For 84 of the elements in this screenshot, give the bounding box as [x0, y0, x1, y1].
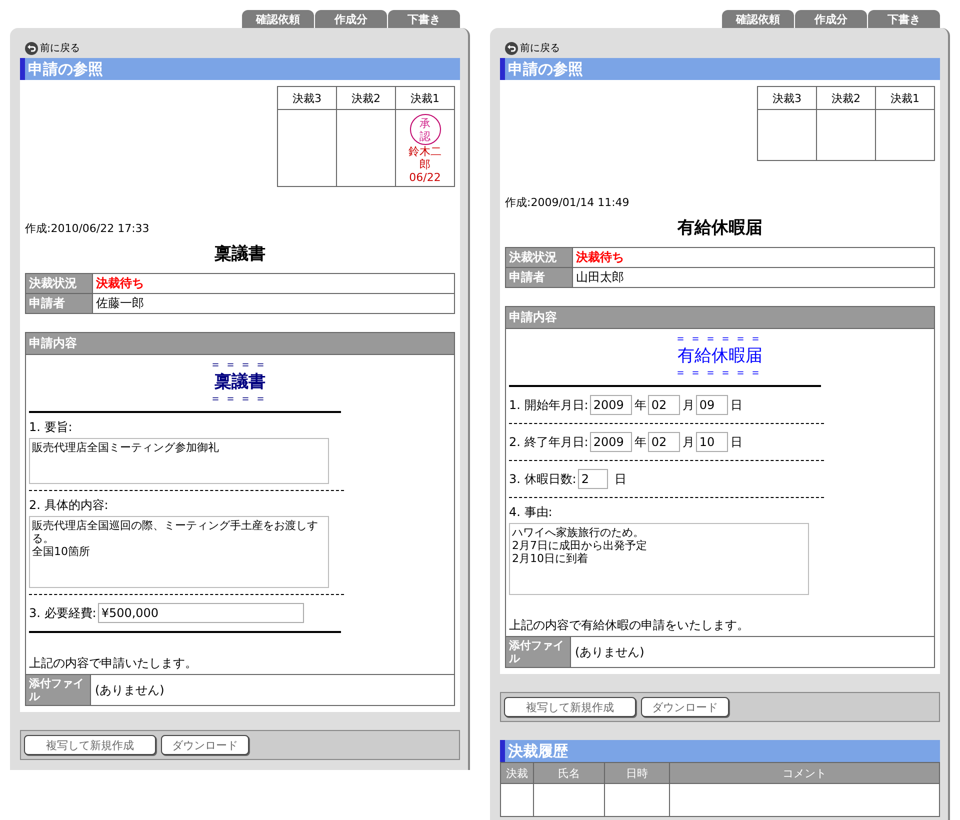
input-field[interactable]: 2009: [590, 432, 632, 452]
text-area[interactable]: 販売代理店全国巡回の際、ミーティング手土産をお渡しする。 全国10箇所: [29, 516, 329, 588]
created-date: 作成:2010/06/22 17:33: [24, 221, 150, 236]
section-header: 申請内容: [26, 333, 454, 355]
table-header-cell: コメント: [670, 762, 940, 784]
row-label: 決裁状況: [506, 248, 572, 268]
document-title: 稟議書: [214, 243, 266, 265]
back-link[interactable]: 前に戻る: [520, 41, 560, 55]
unit-label: 日: [730, 434, 742, 450]
field-label: 3. 必要経費:: [29, 604, 96, 622]
table-header-cell: 決裁1: [396, 86, 454, 110]
unit-label: 日: [730, 396, 742, 414]
row-value: (ありません): [574, 644, 646, 660]
tab[interactable]: 確認依頼: [242, 10, 314, 28]
back-icon: [25, 42, 38, 54]
approval-date: 06/22: [408, 171, 442, 184]
input-field[interactable]: 09: [696, 395, 728, 415]
unit-label: 年: [634, 396, 646, 414]
input-field[interactable]: 10: [696, 432, 728, 452]
action-button[interactable]: 複写して新規作成: [24, 735, 156, 755]
table-header-cell: 決裁2: [816, 86, 876, 110]
field-label: 1. 要旨:: [29, 419, 74, 436]
row-value: (ありません): [94, 682, 166, 698]
closing-text: 上記の内容で有給休暇の申請をいたします。: [509, 617, 750, 634]
closing-text: 上記の内容で申請いたします。: [29, 655, 198, 672]
text-area[interactable]: 販売代理店全国ミーティング参加御礼: [29, 438, 329, 484]
row-value: 佐藤一郎: [92, 294, 454, 314]
input-field[interactable]: 2009: [590, 395, 632, 415]
row-label: 申請者: [26, 294, 92, 314]
table-header-cell: 決裁1: [876, 86, 934, 110]
back-link[interactable]: 前に戻る: [40, 41, 80, 55]
field-label: 3. 休暇日数:: [509, 470, 576, 488]
table-header-cell: 決裁3: [278, 86, 336, 110]
table-header-cell: 決裁2: [336, 86, 396, 110]
input-field[interactable]: ¥500,000: [98, 603, 304, 623]
field-label: 1. 開始年月日:: [509, 396, 588, 414]
back-icon: [505, 42, 518, 54]
document-title: 有給休暇届: [676, 217, 764, 239]
tab[interactable]: 確認依頼: [722, 10, 794, 28]
approver-name: 鈴木二郎: [408, 145, 442, 171]
section-header: 申請内容: [506, 307, 934, 329]
row-value: 決裁待ち: [572, 248, 934, 268]
tab[interactable]: 作成分: [315, 10, 387, 28]
table-header-cell: 氏名: [534, 762, 604, 784]
title-rule: ＝＝＝＝＝＝: [674, 333, 766, 345]
approval-cell: [816, 110, 876, 160]
row-value: 山田太郎: [572, 268, 934, 288]
action-button[interactable]: 複写して新規作成: [504, 697, 636, 717]
action-button[interactable]: ダウンロード: [641, 697, 729, 717]
action-button[interactable]: ダウンロード: [161, 735, 249, 755]
title-rule: ＝＝＝＝: [209, 359, 271, 371]
tab[interactable]: 下書き: [868, 10, 940, 28]
approval-cell: [876, 110, 934, 160]
form-title: 有給休暇届: [676, 345, 764, 367]
tab[interactable]: 作成分: [795, 10, 867, 28]
text-area[interactable]: ハワイへ家族旅行のため。 2月7日に成田から出発予定 2月10日に到着: [509, 523, 809, 595]
section-header: 申請の参照: [500, 58, 940, 80]
row-label: 決裁状況: [26, 274, 92, 294]
row-label: 申請者: [506, 268, 572, 288]
table-header-cell: 日時: [604, 762, 670, 784]
unit-label: 月: [682, 396, 694, 414]
unit-label: 年: [634, 434, 646, 450]
input-field[interactable]: 02: [648, 432, 680, 452]
table-header-cell: 決裁: [500, 762, 534, 784]
approval-stamp: 承認: [410, 114, 440, 145]
row-label: 添付ファイル: [26, 675, 91, 705]
unit-label: 月: [682, 434, 694, 450]
section-header: 申請の参照: [20, 58, 460, 80]
row-label: 添付ファイル: [506, 637, 571, 667]
section-header: 決裁履歴: [500, 740, 940, 762]
unit-label: 日: [614, 470, 626, 488]
form-title: 稟議書: [214, 371, 266, 393]
row-value: 決裁待ち: [92, 274, 454, 294]
input-field[interactable]: 2: [578, 469, 608, 489]
field-label: 2. 具体的内容:: [29, 497, 110, 514]
input-field[interactable]: 02: [648, 395, 680, 415]
field-label: 4. 事由:: [509, 504, 554, 521]
title-rule: ＝＝＝＝: [209, 393, 271, 405]
tab[interactable]: 下書き: [388, 10, 460, 28]
table-header-cell: 決裁3: [758, 86, 816, 110]
field-label: 2. 終了年月日:: [509, 434, 588, 450]
approval-cell: [758, 110, 816, 160]
title-rule: ＝＝＝＝＝＝: [674, 367, 766, 379]
created-date: 作成:2009/01/14 11:49: [504, 195, 630, 210]
